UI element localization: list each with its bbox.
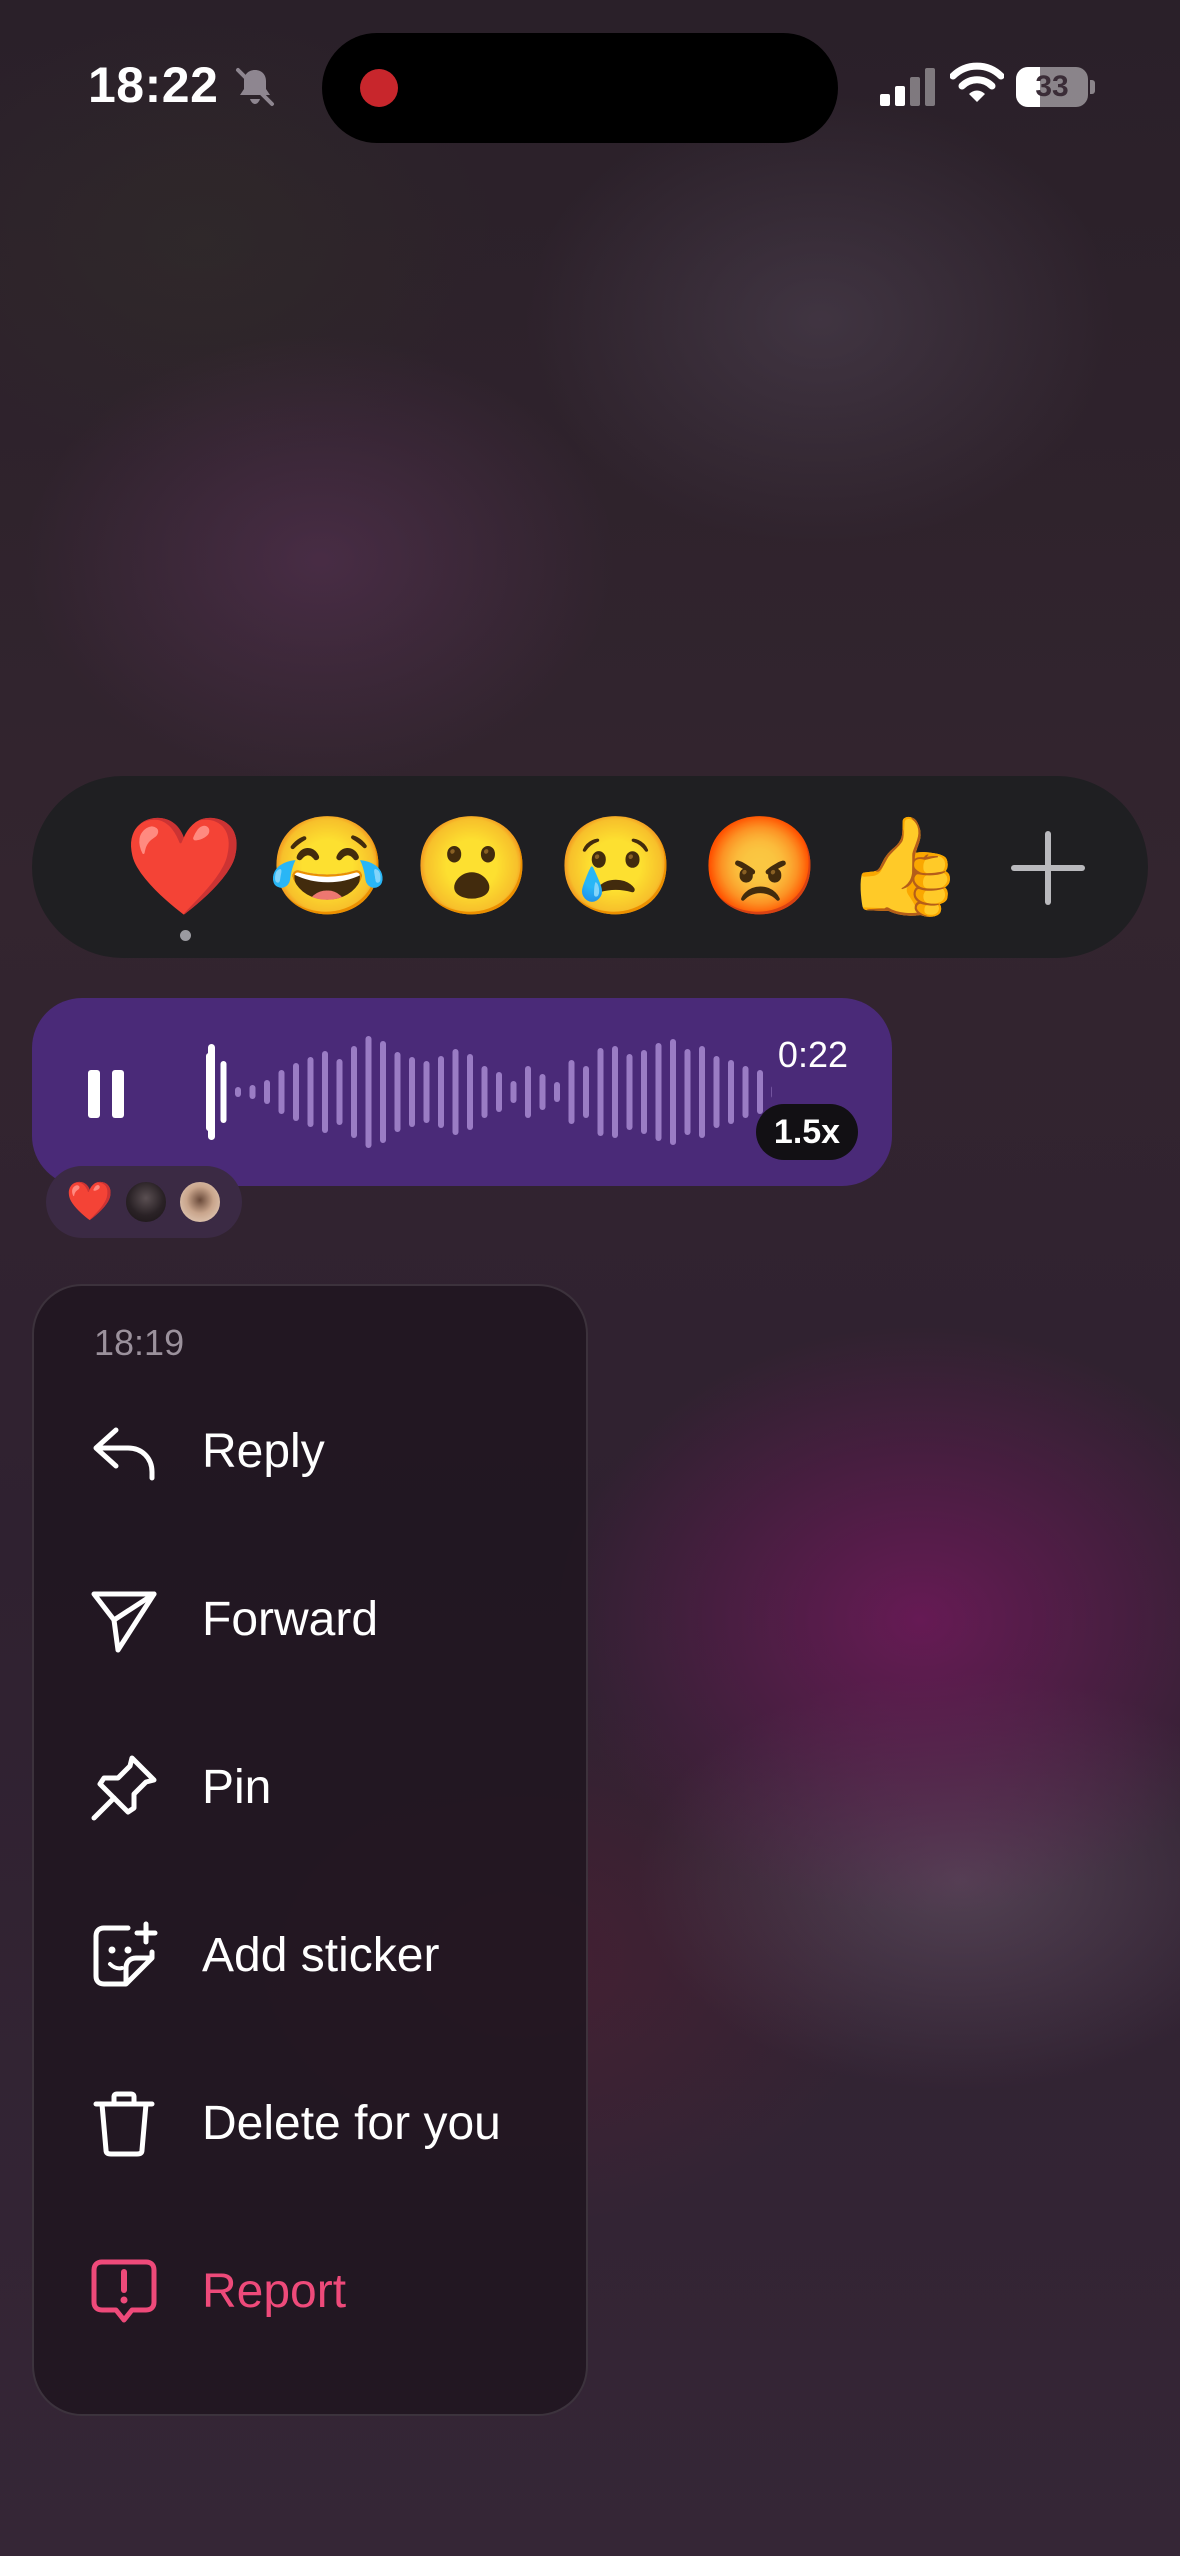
waveform-bar [264, 1080, 270, 1104]
waveform-bar [481, 1066, 488, 1118]
menu-label-forward: Forward [202, 1593, 379, 1646]
summary-reaction-heart: ❤️ [66, 1181, 114, 1223]
message-context-menu: 18:19 Reply Forward Pin Add sticker Dele… [32, 1284, 588, 2416]
waveform-bar [626, 1054, 633, 1130]
avatar [124, 1180, 168, 1224]
waveform-bar [684, 1049, 691, 1135]
waveform-bar [249, 1085, 256, 1099]
waveform-bar [655, 1043, 662, 1141]
waveform-bar [409, 1057, 415, 1127]
message-reactions-summary[interactable]: ❤️ [46, 1166, 242, 1238]
waveform-bar [307, 1057, 314, 1127]
waveform-bar [220, 1061, 227, 1123]
menu-item-delete-for-you[interactable]: Delete for you [34, 2052, 586, 2192]
menu-label-add-sticker: Add sticker [202, 1929, 440, 1982]
waveform-bar [742, 1066, 749, 1118]
status-time: 18:22 [88, 57, 219, 113]
menu-item-reply[interactable]: Reply [34, 1380, 586, 1520]
reaction-angry[interactable]: 😡 [688, 776, 832, 958]
waveform-bar [496, 1072, 502, 1112]
waveform-bar [728, 1060, 734, 1124]
wifi-icon [950, 62, 1004, 102]
waveform-bar [438, 1056, 444, 1128]
playback-speed-button[interactable]: 1.5x [756, 1104, 858, 1160]
waveform-bar [757, 1070, 763, 1114]
waveform-bar [336, 1059, 343, 1125]
waveform-bar [597, 1048, 604, 1136]
reaction-crying[interactable]: 😢 [544, 776, 688, 958]
waveform-bar [322, 1051, 328, 1133]
voice-message-bubble[interactable]: 0:22 1.5x [32, 998, 892, 1186]
waveform-bar [568, 1060, 575, 1124]
menu-label-report: Report [202, 2265, 347, 2318]
dynamic-island [322, 33, 838, 143]
waveform-bar [365, 1036, 372, 1148]
menu-label-pin: Pin [202, 1761, 272, 1814]
reaction-thumbs-up[interactable]: 👍 [832, 776, 976, 958]
reaction-laughing[interactable]: 😂 [256, 776, 400, 958]
menu-item-add-sticker[interactable]: Add sticker [34, 1884, 586, 2024]
menu-item-report[interactable]: Report [34, 2220, 586, 2360]
add-sticker-icon [93, 1921, 158, 1987]
plus-icon[interactable] [1008, 828, 1088, 908]
waveform-bar [539, 1074, 546, 1110]
reaction-surprised[interactable]: 😮 [400, 776, 544, 958]
playback-position-marker[interactable] [208, 1044, 215, 1140]
waveform-bar [452, 1049, 459, 1135]
waveform-bar [641, 1050, 647, 1134]
menu-item-pin[interactable]: Pin [34, 1716, 586, 1856]
pin-icon [91, 1755, 157, 1821]
recording-indicator [360, 69, 398, 107]
waveform-bar [293, 1063, 299, 1121]
menu-label-delete-for-you: Delete for you [202, 2097, 501, 2150]
forward-icon [91, 1591, 157, 1653]
waveform-bar [423, 1061, 430, 1123]
menu-item-forward[interactable]: Forward [34, 1548, 586, 1688]
selected-reaction-indicator [180, 930, 191, 941]
waveform-bar [771, 1086, 772, 1098]
menu-label-reply: Reply [202, 1425, 325, 1478]
reply-icon [93, 1427, 155, 1481]
trash-icon [93, 2091, 155, 2157]
waveform-bar [380, 1041, 386, 1143]
waveform-bar [510, 1081, 517, 1103]
reaction-bar: ❤️ 😂 😮 😢 😡 👍 [32, 776, 1148, 958]
waveform-bar [467, 1054, 473, 1130]
voice-duration: 0:22 [777, 1034, 848, 1075]
battery-icon: 33 [1016, 67, 1096, 107]
waveform-bar [583, 1066, 589, 1118]
waveform-bar [612, 1046, 618, 1138]
waveform-bar [554, 1082, 560, 1102]
bell-slash-icon [236, 68, 274, 106]
waveform-bar [670, 1039, 676, 1145]
pause-icon[interactable] [84, 1068, 132, 1120]
message-timestamp: 18:19 [94, 1322, 185, 1363]
voice-waveform[interactable] [172, 1028, 772, 1156]
waveform-bar [713, 1056, 720, 1128]
waveform-bar [278, 1070, 285, 1114]
waveform-bar [394, 1052, 401, 1132]
avatar [178, 1180, 222, 1224]
report-icon [91, 2259, 157, 2323]
waveform-bar [699, 1046, 705, 1138]
waveform-bar [351, 1046, 357, 1138]
waveform-bar [235, 1087, 241, 1097]
waveform-bar [525, 1066, 531, 1118]
battery-percent: 33 [1035, 70, 1069, 103]
signal-icon [880, 68, 935, 106]
